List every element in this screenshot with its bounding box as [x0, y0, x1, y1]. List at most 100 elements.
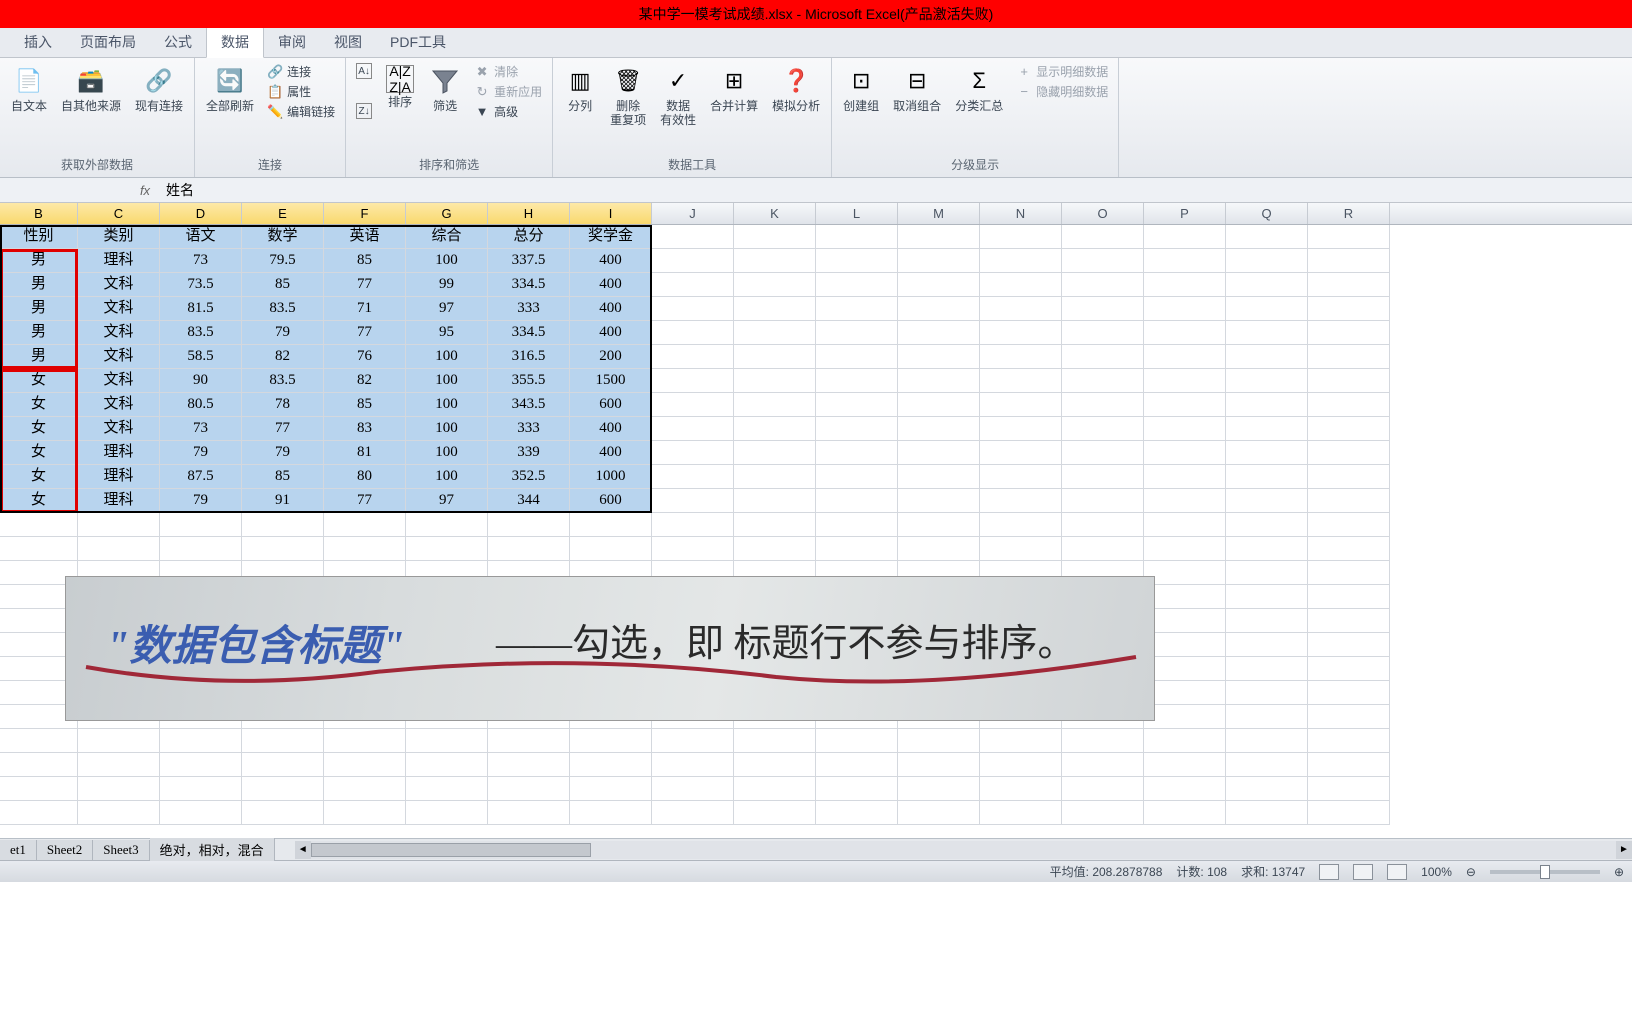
cell[interactable] [570, 801, 652, 825]
cell[interactable] [1144, 489, 1226, 513]
cell[interactable]: 女 [0, 393, 78, 417]
cell[interactable] [980, 801, 1062, 825]
cell[interactable] [1144, 225, 1226, 249]
table-row[interactable]: 女理科87.58580100352.51000 [0, 465, 1632, 489]
cell[interactable]: 数学 [242, 225, 324, 249]
cell[interactable] [898, 729, 980, 753]
cell[interactable] [1226, 513, 1308, 537]
cell[interactable] [78, 801, 160, 825]
cell[interactable] [242, 729, 324, 753]
cell[interactable]: 333 [488, 417, 570, 441]
cell[interactable]: 77 [324, 321, 406, 345]
cell[interactable] [1062, 513, 1144, 537]
cell[interactable] [488, 537, 570, 561]
cell[interactable]: 400 [570, 249, 652, 273]
spreadsheet-grid[interactable]: BCDEFGHIJKLMNOPQR 性别类别语文数学英语综合总分奖学金男理科73… [0, 203, 1632, 838]
col-header-N[interactable]: N [980, 203, 1062, 224]
cell[interactable] [1062, 537, 1144, 561]
cell[interactable]: 600 [570, 393, 652, 417]
cell[interactable]: 女 [0, 417, 78, 441]
cell[interactable] [1144, 249, 1226, 273]
cell[interactable] [734, 225, 816, 249]
cell[interactable] [898, 273, 980, 297]
cell[interactable] [980, 537, 1062, 561]
col-header-O[interactable]: O [1062, 203, 1144, 224]
cell[interactable] [1308, 465, 1390, 489]
cell[interactable]: 81.5 [160, 297, 242, 321]
what-if-button[interactable]: ❓模拟分析 [767, 62, 825, 116]
cell[interactable] [1062, 753, 1144, 777]
cell[interactable]: 女 [0, 489, 78, 513]
cell[interactable] [1062, 225, 1144, 249]
cell[interactable]: 343.5 [488, 393, 570, 417]
cell[interactable]: 333 [488, 297, 570, 321]
cell[interactable] [406, 753, 488, 777]
table-row[interactable] [0, 729, 1632, 753]
table-row[interactable]: 男文科73.5857799334.5400 [0, 273, 1632, 297]
cell[interactable] [78, 729, 160, 753]
cell[interactable] [816, 441, 898, 465]
cell[interactable] [734, 321, 816, 345]
cell[interactable]: 334.5 [488, 321, 570, 345]
table-row[interactable]: 男文科58.58276100316.5200 [0, 345, 1632, 369]
cell[interactable]: 语文 [160, 225, 242, 249]
tab-pdf-tools[interactable]: PDF工具 [376, 27, 460, 57]
cell[interactable] [1308, 657, 1390, 681]
from-other-sources-button[interactable]: 🗃️自其他来源 [56, 62, 126, 116]
cell[interactable] [816, 321, 898, 345]
cell[interactable]: 73 [160, 249, 242, 273]
cell[interactable] [242, 513, 324, 537]
cell[interactable] [734, 441, 816, 465]
cell[interactable] [1308, 513, 1390, 537]
cell[interactable] [324, 537, 406, 561]
col-header-P[interactable]: P [1144, 203, 1226, 224]
cell[interactable]: 文科 [78, 321, 160, 345]
advanced-filter-button[interactable]: ▼高级 [470, 102, 546, 121]
cell[interactable]: 理科 [78, 489, 160, 513]
cell[interactable] [1308, 537, 1390, 561]
cell[interactable]: 95 [406, 321, 488, 345]
cell[interactable] [570, 513, 652, 537]
cell[interactable]: 77 [242, 417, 324, 441]
cell[interactable] [652, 417, 734, 441]
cell[interactable]: 100 [406, 465, 488, 489]
cell[interactable]: 1000 [570, 465, 652, 489]
cell[interactable] [734, 753, 816, 777]
cell[interactable] [1308, 441, 1390, 465]
cell[interactable] [1226, 561, 1308, 585]
cell[interactable] [1308, 705, 1390, 729]
cell[interactable]: 80.5 [160, 393, 242, 417]
cell[interactable] [1308, 777, 1390, 801]
cell[interactable] [980, 345, 1062, 369]
cell[interactable]: 77 [324, 489, 406, 513]
cell[interactable]: 400 [570, 321, 652, 345]
cell[interactable] [1226, 297, 1308, 321]
cell[interactable] [652, 537, 734, 561]
col-header-I[interactable]: I [570, 203, 652, 224]
cell[interactable] [1226, 345, 1308, 369]
tab-view[interactable]: 视图 [320, 27, 376, 57]
cell[interactable] [1144, 273, 1226, 297]
cell[interactable]: 文科 [78, 417, 160, 441]
cell[interactable]: 79 [160, 441, 242, 465]
table-row[interactable] [0, 537, 1632, 561]
cell[interactable]: 77 [324, 273, 406, 297]
cell[interactable]: 400 [570, 297, 652, 321]
cell[interactable]: 97 [406, 297, 488, 321]
cell[interactable] [1226, 417, 1308, 441]
cell[interactable]: 男 [0, 345, 78, 369]
cell[interactable]: 类别 [78, 225, 160, 249]
sheet-tab-3[interactable]: Sheet3 [93, 840, 149, 860]
cell[interactable] [980, 321, 1062, 345]
cell[interactable] [1308, 609, 1390, 633]
cell[interactable] [1144, 633, 1226, 657]
cell[interactable] [1144, 537, 1226, 561]
from-text-button[interactable]: 📄自文本 [6, 62, 52, 116]
cell[interactable] [0, 513, 78, 537]
cell[interactable] [898, 801, 980, 825]
cell[interactable]: 总分 [488, 225, 570, 249]
cell[interactable] [898, 753, 980, 777]
cell[interactable] [816, 753, 898, 777]
cell[interactable]: 334.5 [488, 273, 570, 297]
cell[interactable] [734, 777, 816, 801]
